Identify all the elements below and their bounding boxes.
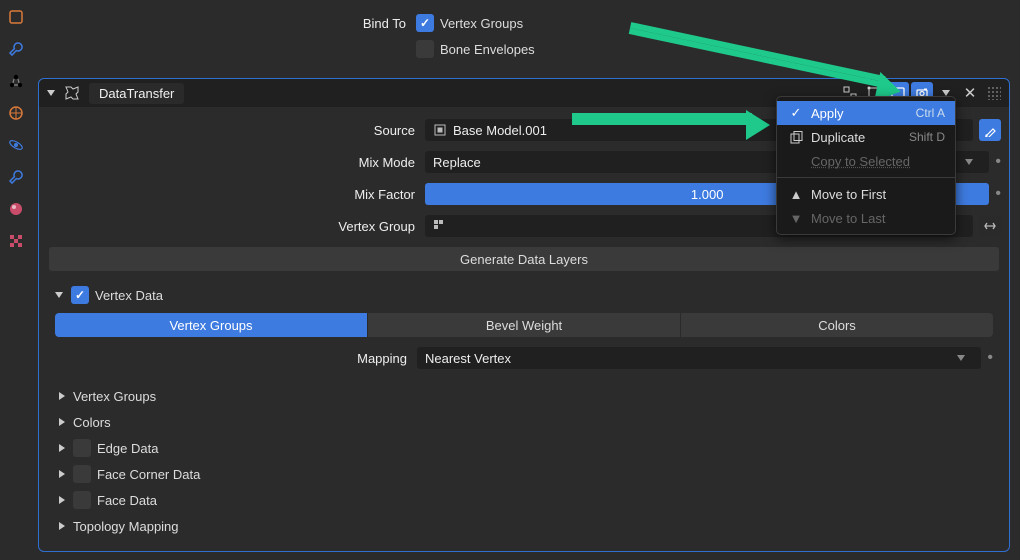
texture-tab-icon[interactable] <box>7 232 25 250</box>
modifier-close-button[interactable]: ✕ <box>959 82 981 104</box>
modifier-name-field[interactable]: DataTransfer <box>89 83 184 104</box>
menu-separator <box>777 177 955 178</box>
bone-envelopes-checkbox[interactable] <box>416 40 434 58</box>
editor-tab-strip <box>0 0 32 560</box>
mix-factor-value: 1.000 <box>691 187 724 202</box>
vertex-data-checkbox[interactable] <box>71 286 89 304</box>
invert-vgroup-button[interactable] <box>979 215 1001 237</box>
tab-vertex-groups[interactable]: Vertex Groups <box>55 313 368 337</box>
modifier-type-icon <box>63 84 81 102</box>
vertex-groups-checkbox[interactable] <box>416 14 434 32</box>
drag-handle-icon[interactable] <box>987 86 1001 100</box>
chevron-right-icon <box>59 418 65 426</box>
list-item-topology-mapping[interactable]: Topology Mapping <box>55 513 993 539</box>
mix-factor-label: Mix Factor <box>47 187 425 202</box>
material-tab-icon[interactable] <box>7 200 25 218</box>
chevron-right-icon <box>59 496 65 504</box>
vertex-group-label: Vertex Group <box>47 219 425 234</box>
modifier-dropdown-menu: ✓ Apply Ctrl A Duplicate Shift D Copy to… <box>776 96 956 235</box>
vertex-data-subpanel: Vertex Data Vertex Groups Bevel Weight C… <box>55 283 993 539</box>
properties-panel: Bind To Vertex Groups Bone Envelopes Dat… <box>32 0 1020 560</box>
mapping-field[interactable]: Nearest Vertex <box>417 347 981 369</box>
chevron-right-icon <box>59 470 65 478</box>
check-icon: ✓ <box>787 105 805 121</box>
duplicate-icon <box>787 131 805 144</box>
vertex-data-tabs: Vertex Groups Bevel Weight Colors <box>55 313 993 337</box>
triangle-up-icon: ▲ <box>787 187 805 202</box>
vertex-groups-label: Vertex Groups <box>440 16 523 31</box>
animate-dot[interactable]: • <box>981 349 993 367</box>
mix-mode-value: Replace <box>433 155 481 170</box>
world-tab-icon[interactable] <box>7 104 25 122</box>
face-corner-data-checkbox[interactable] <box>73 465 91 483</box>
menu-item-apply[interactable]: ✓ Apply Ctrl A <box>777 101 955 125</box>
mix-mode-label: Mix Mode <box>47 155 425 170</box>
mesh-icon <box>433 123 447 137</box>
list-item-face-corner-data[interactable]: Face Corner Data <box>55 461 993 487</box>
menu-item-duplicate[interactable]: Duplicate Shift D <box>777 125 955 149</box>
shortcut-label: Shift D <box>909 130 945 144</box>
chevron-right-icon <box>59 444 65 452</box>
edge-data-checkbox[interactable] <box>73 439 91 457</box>
vgroup-icon <box>433 219 447 233</box>
list-item-face-data[interactable]: Face Data <box>55 487 993 513</box>
shortcut-label: Ctrl A <box>916 106 945 120</box>
face-data-checkbox[interactable] <box>73 491 91 509</box>
source-label: Source <box>47 123 425 138</box>
chevron-right-icon <box>59 522 65 530</box>
menu-item-move-to-first[interactable]: ▲ Move to First <box>777 182 955 206</box>
generate-data-layers-button[interactable]: Generate Data Layers <box>49 247 999 271</box>
bone-envelopes-label: Bone Envelopes <box>440 42 535 57</box>
tab-bevel-weight[interactable]: Bevel Weight <box>368 313 681 337</box>
animate-dot[interactable]: • <box>989 153 1001 171</box>
source-eyedropper-button[interactable] <box>979 119 1001 141</box>
chevron-down-icon[interactable] <box>47 90 55 96</box>
scene-tab-icon[interactable] <box>7 72 25 90</box>
mapping-value: Nearest Vertex <box>425 351 511 366</box>
tool-tab-icon[interactable] <box>7 40 25 58</box>
chevron-down-icon[interactable] <box>55 292 63 298</box>
bind-to-label: Bind To <box>38 16 416 31</box>
triangle-down-icon: ▼ <box>787 211 805 226</box>
source-value: Base Model.001 <box>453 123 547 138</box>
list-item-colors[interactable]: Colors <box>55 409 993 435</box>
mapping-label: Mapping <box>55 351 417 366</box>
render-tab-icon[interactable] <box>7 8 25 26</box>
chevron-right-icon <box>59 392 65 400</box>
menu-item-move-to-last: ▼ Move to Last <box>777 206 955 230</box>
menu-item-copy-to-selected: Copy to Selected <box>777 149 955 173</box>
list-item-vertex-groups[interactable]: Vertex Groups <box>55 383 993 409</box>
animate-dot[interactable]: • <box>989 185 1001 203</box>
vertex-data-header: Vertex Data <box>95 288 163 303</box>
physics-tab-icon[interactable] <box>7 136 25 154</box>
list-item-edge-data[interactable]: Edge Data <box>55 435 993 461</box>
tab-colors[interactable]: Colors <box>681 313 993 337</box>
modifier-tab-icon[interactable] <box>7 168 25 186</box>
